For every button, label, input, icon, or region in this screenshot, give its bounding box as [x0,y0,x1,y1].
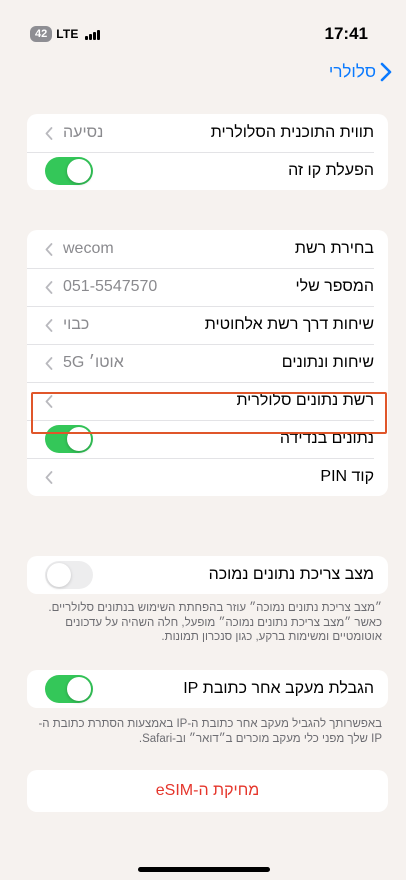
enable-line-row: הפעלת קו זה [27,152,388,190]
row-value-wrap [45,394,63,408]
row-label: נתונים בנדידה [279,430,374,447]
ip-tracking-toggle[interactable] [45,675,93,703]
chevron-left-icon [45,242,53,256]
row-label: שיחות ונתונים [281,354,374,371]
data-roaming-row: נתונים בנדידה [27,420,388,458]
row-label: הפעלת קו זה [288,162,374,179]
sim-pin-row[interactable]: קוד PIN [27,458,388,496]
home-indicator[interactable] [138,867,270,872]
chevron-left-icon [45,356,53,370]
row-value-wrap: 051-5547570 [45,278,157,296]
ip-tracking-footnote: באפשרותך להגביל מעקב אחר כתובת ה-IP באמצ… [38,718,382,745]
row-value-wrap: כבוי [45,316,89,334]
back-button[interactable]: סלולרי [329,62,392,82]
status-time: 17:41 [324,24,368,43]
chevron-right-icon [380,62,392,82]
low-data-row: מצב צריכת נתונים נמוכה [27,556,388,594]
my-number-row[interactable]: המספר שלי 051-5547570 [27,268,388,306]
row-value: כבוי [63,316,90,333]
row-value-wrap [45,470,63,484]
data-roaming-toggle[interactable] [45,425,93,453]
ip-tracking-row: הגבלת מעקב אחר כתובת IP [27,670,388,708]
row-value: 051-5547570 [63,278,158,295]
battery-indicator: 42 [30,26,53,42]
chevron-left-icon [45,126,53,140]
row-value: נסיעה [63,124,104,141]
low-data-toggle[interactable] [45,561,93,589]
wifi-calling-row[interactable]: שיחות דרך רשת אלחוטית כבוי [27,306,388,344]
row-label: המספר שלי [295,278,374,295]
row-label: רשת נתונים סלולרית [236,392,374,409]
row-label: קוד PIN [320,468,374,485]
network-type: LTE [56,27,79,41]
low-data-footnote: ״מצב צריכת נתונים נמוכה״ עוזר בהפחתת השי… [48,602,382,643]
delete-esim-button[interactable]: מחיקת ה-eSIM [27,770,388,812]
chevron-left-icon [45,470,53,484]
row-value: wecom [63,240,114,257]
plan-label-row[interactable]: תווית התוכנית הסלולרית נסיעה [27,114,388,152]
signal-bars-icon [84,29,100,40]
status-bar: 42 LTE 17:41 [0,0,406,56]
network-selection-row[interactable]: בחירת רשת wecom [27,230,388,268]
ip-tracking-group: הגבלת מעקב אחר כתובת IP [27,670,388,708]
enable-line-toggle[interactable] [45,157,93,185]
chevron-left-icon [45,280,53,294]
voice-data-row[interactable]: שיחות ונתונים אוטו׳ 5G [27,344,388,382]
chevron-left-icon [45,318,53,332]
low-data-group: מצב צריכת נתונים נמוכה [27,556,388,594]
row-value-wrap: אוטו׳ 5G [45,354,124,372]
status-indicators: 42 LTE [30,26,100,42]
row-label: תווית התוכנית הסלולרית [210,124,374,141]
cellular-data-network-row[interactable]: רשת נתונים סלולרית [27,382,388,420]
row-label: בחירת רשת [294,240,374,257]
row-label: שיחות דרך רשת אלחוטית [204,316,374,333]
network-group: בחירת רשת wecom המספר שלי 051-5547570 שי… [27,230,388,496]
row-label: הגבלת מעקב אחר כתובת IP [183,680,374,697]
row-label: מצב צריכת נתונים נמוכה [208,566,374,583]
plan-group: תווית התוכנית הסלולרית נסיעה הפעלת קו זה [27,114,388,190]
back-label: סלולרי [328,62,376,81]
row-value-wrap: נסיעה [45,124,103,142]
row-value-wrap: wecom [45,240,114,258]
row-value: אוטו׳ 5G [63,354,124,371]
chevron-left-icon [45,394,53,408]
